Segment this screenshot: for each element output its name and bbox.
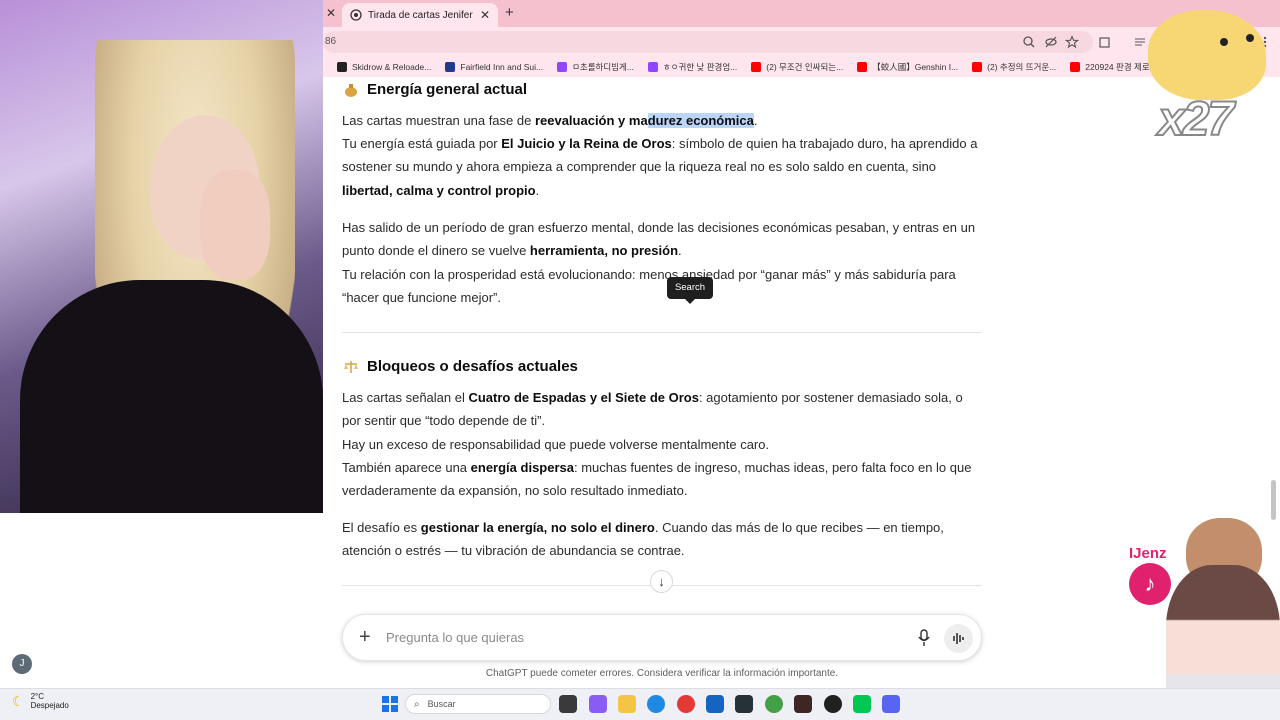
chrome-icon[interactable] — [677, 695, 695, 713]
weather-desc: Despejado — [30, 701, 69, 710]
search-icon: ⌕ — [414, 698, 420, 710]
reading-list-icon[interactable] — [1133, 35, 1147, 49]
paragraph: El desafío es gestionar la energía, no s… — [342, 520, 944, 559]
message-composer[interactable]: + Pregunta lo que quieras — [342, 614, 982, 661]
composer-placeholder[interactable]: Pregunta lo que quieras — [386, 630, 524, 645]
bookmark-favicon-icon — [1070, 62, 1081, 72]
bookmark-item[interactable]: ㅎㅇ귀한 낮 판경엄... — [647, 61, 738, 73]
sticker-eye — [1220, 38, 1228, 46]
new-tab-button[interactable]: + — [505, 4, 514, 21]
bookmark-item[interactable]: (2) 추정의 뜨거운... — [972, 61, 1056, 73]
bookmark-label: 【蛟人國】Genshin I... — [872, 62, 959, 72]
scroll-down-button[interactable]: ↓ — [650, 570, 673, 593]
add-attachment-icon[interactable]: + — [359, 626, 371, 649]
extensions-icon[interactable] — [1098, 35, 1112, 49]
bookmark-item[interactable]: Skidrow & Reloade... — [337, 62, 431, 72]
tiktok-handle: IJenz — [1129, 545, 1167, 562]
bookmark-label: ㅁ초롤하디빔게... — [572, 62, 634, 72]
streamer-hand — [200, 170, 270, 280]
search-label: Buscar — [427, 699, 456, 709]
counter-label: x27 — [1157, 92, 1235, 147]
bookmark-favicon-icon — [857, 62, 868, 72]
heading-text: Bloqueos o desafíos actuales — [367, 358, 578, 375]
heading-text: Energía general actual — [367, 81, 528, 98]
bookmark-favicon-icon — [647, 62, 658, 72]
streamer-body — [20, 280, 323, 513]
tab-close-icon[interactable]: ✕ — [480, 8, 490, 22]
bookmark-item[interactable]: Fairfield Inn and Sui... — [445, 62, 543, 72]
search-tooltip[interactable]: Search — [667, 277, 713, 304]
paragraph: Has salido de un período de gran esfuerz… — [342, 220, 976, 259]
section-heading-energia: Energía general actual — [343, 81, 527, 98]
bookmark-favicon-icon — [445, 62, 456, 72]
weather-widget[interactable]: ☾ 2°C Despejado — [12, 692, 69, 710]
zoom-icon[interactable] — [1022, 35, 1036, 49]
close-icon[interactable]: ✕ — [326, 6, 336, 20]
paragraph: Tu energía está guiada por El Juicio y l… — [342, 136, 978, 198]
bookmark-item[interactable]: (2) 무조건 인싸되는... — [751, 61, 843, 73]
copilot-icon[interactable] — [589, 695, 607, 713]
sticker-eye — [1246, 34, 1254, 42]
chrome-profile-icon[interactable] — [765, 695, 783, 713]
windows-start-icon[interactable] — [382, 696, 398, 712]
address-text: 86 — [325, 36, 337, 47]
avatar[interactable]: J — [12, 654, 32, 674]
waveform-icon — [953, 633, 964, 644]
bookmark-favicon-icon — [751, 62, 762, 72]
store-icon[interactable] — [706, 695, 724, 713]
sidebar-blank — [0, 513, 323, 688]
voice-mode-button[interactable] — [944, 624, 973, 653]
sticker-character — [1148, 10, 1266, 100]
moon-icon: ☾ — [12, 692, 25, 709]
divider — [342, 332, 982, 333]
tiktok-icon: ♪ — [1129, 563, 1171, 605]
file-explorer-icon[interactable] — [618, 695, 636, 713]
bookmark-item[interactable]: ㅁ초롤하디빔게... — [557, 61, 634, 73]
microphone-icon[interactable] — [917, 629, 931, 647]
eye-off-icon[interactable] — [1044, 35, 1058, 49]
edge-icon[interactable] — [647, 695, 665, 713]
obs-icon[interactable] — [824, 695, 842, 713]
bookmark-label: Skidrow & Reloade... — [352, 62, 432, 72]
webcam-overlay — [0, 0, 323, 513]
bookmark-favicon-icon — [557, 62, 568, 72]
paragraph: Hay un exceso de responsabilidad que pue… — [342, 437, 770, 452]
discord-icon[interactable] — [882, 695, 900, 713]
paragraph: Las cartas muestran una fase de reevalua… — [342, 113, 758, 128]
chatgpt-icon — [350, 9, 362, 21]
address-bar[interactable]: 86 — [323, 31, 1093, 53]
balance-scale-icon — [344, 360, 358, 373]
tab-title: Tirada de cartas Jenifer — [368, 9, 473, 21]
money-bag-icon — [345, 83, 357, 97]
bookmark-label: ㅎㅇ귀한 낮 판경엄... — [662, 62, 738, 72]
bookmark-favicon-icon — [972, 62, 983, 72]
arrow-down-icon: ↓ — [658, 574, 665, 589]
bookmark-item[interactable]: 【蛟人國】Genshin I... — [857, 61, 958, 73]
paragraph: También aparece una energía dispersa: mu… — [342, 460, 972, 499]
disclaimer: ChatGPT puede cometer errores. Considera… — [485, 668, 839, 679]
bookmark-favicon-icon — [337, 62, 347, 72]
terminal-icon[interactable] — [735, 695, 753, 713]
scrollbar[interactable] — [1271, 480, 1276, 520]
bookmark-label: Fairfield Inn and Sui... — [460, 62, 544, 72]
paragraph: Tu relación con la prosperidad está evol… — [342, 267, 956, 306]
section-heading-bloqueos: Bloqueos o desafíos actuales — [343, 358, 578, 375]
bookmarks-bar: Skidrow & Reloade... Fairfield Inn and Su… — [323, 57, 1280, 77]
paragraph: Las cartas señalan el Cuatro de Espadas … — [342, 390, 963, 429]
app-icon[interactable] — [794, 695, 812, 713]
bookmark-label: (2) 무조건 인싸되는... — [766, 62, 844, 72]
taskbar-search[interactable]: ⌕ Buscar — [405, 694, 551, 714]
taskbar — [0, 688, 1280, 720]
star-icon[interactable] — [1065, 35, 1079, 49]
active-tab[interactable]: Tirada de cartas Jenifer ✕ — [342, 3, 498, 27]
bookmark-label: (2) 추정의 뜨거운... — [987, 62, 1057, 72]
task-view-icon[interactable] — [559, 695, 577, 713]
weather-temp: 2°C — [30, 692, 44, 701]
app-icon[interactable] — [853, 695, 871, 713]
